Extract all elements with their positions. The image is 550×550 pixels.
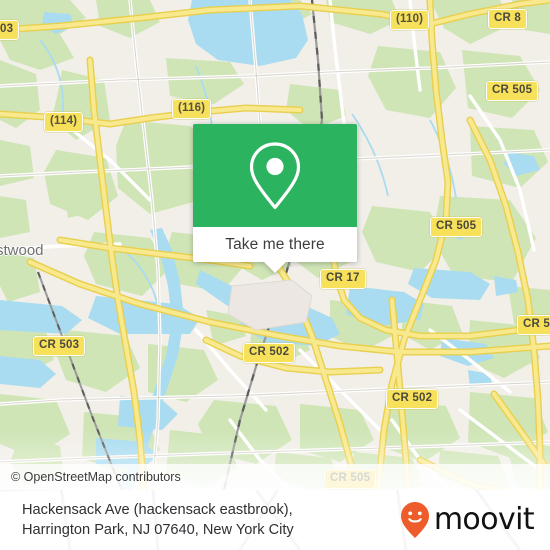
road-shield-cr503-top[interactable]: 03 (0, 20, 20, 40)
popup-tail-pointer (264, 262, 286, 273)
popup-body (193, 124, 357, 227)
attribution-text[interactable]: © OpenStreetMap contributors (0, 470, 181, 484)
moovit-wordmark: moovit (433, 502, 535, 537)
map-canvas[interactable]: stwood 03 (114) (116) (110) CR 8 CR 505 … (0, 0, 550, 490)
footer-bar: Hackensack Ave (hackensack eastbrook), H… (0, 490, 550, 550)
take-me-there-label: Take me there (225, 235, 325, 253)
map-popup[interactable]: Take me there (193, 124, 357, 273)
place-label-westwood: stwood (0, 242, 44, 259)
road-shield-110[interactable]: (110) (390, 10, 430, 30)
road-shield-cr502-right[interactable]: CR 502 (386, 389, 439, 409)
road-shield-cr502-left[interactable]: CR 502 (243, 343, 296, 363)
road-shield-cr505-edge[interactable]: CR 50 (517, 315, 550, 335)
road-shield-116[interactable]: (116) (172, 99, 212, 119)
map-pin-icon (248, 141, 302, 211)
map-attribution-bar: © OpenStreetMap contributors (0, 464, 550, 490)
road-shield-cr505-right[interactable]: CR 505 (430, 217, 483, 237)
road-shield-114[interactable]: (114) (44, 112, 84, 132)
location-caption: Hackensack Ave (hackensack eastbrook), H… (22, 500, 294, 540)
road-shield-cr8[interactable]: CR 8 (488, 9, 528, 29)
road-shield-cr17[interactable]: CR 17 (320, 269, 366, 289)
moovit-pin-smiley-icon (400, 501, 430, 539)
caption-line-1: Hackensack Ave (hackensack eastbrook), (22, 502, 293, 518)
map-screenshot: stwood 03 (114) (116) (110) CR 8 CR 505 … (0, 0, 550, 550)
road-shield-cr503[interactable]: CR 503 (33, 336, 86, 356)
road-shield-cr505-topright[interactable]: CR 505 (486, 81, 539, 101)
moovit-logo[interactable]: moovit (400, 501, 535, 539)
popup-footer[interactable]: Take me there (193, 227, 357, 262)
caption-line-2: Harrington Park, NJ 07640, New York City (22, 522, 294, 538)
